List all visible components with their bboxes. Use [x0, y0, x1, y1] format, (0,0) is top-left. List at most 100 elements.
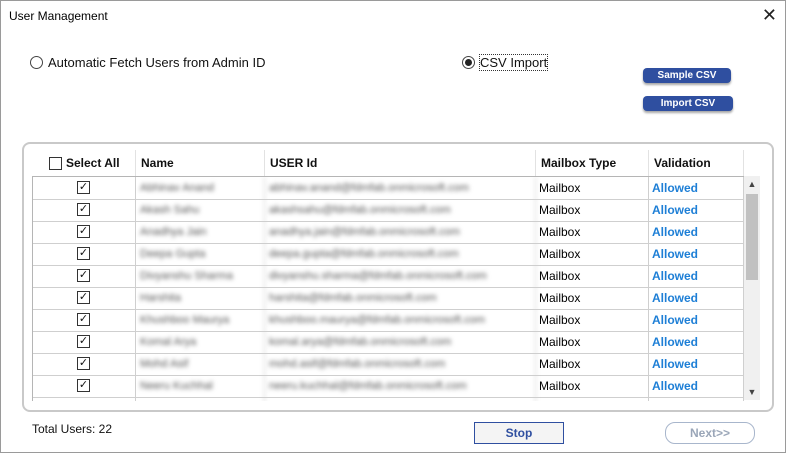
row-mailbox-type-cell: Mailbox: [536, 375, 649, 397]
row-select-cell: ✓: [33, 221, 136, 243]
row-user-id-cell: komal.arya@fdmfab.onmicrosoft.com: [265, 331, 536, 353]
table-row[interactable]: ✓ Neeru Kuchhal neeru.kuchhal@fdmfab.onmic…: [33, 375, 745, 398]
table-row[interactable]: [33, 397, 745, 401]
row-mailbox-type-cell: Mailbox: [536, 353, 649, 375]
row-checkbox[interactable]: ✓: [77, 247, 90, 260]
row-select-cell: [33, 397, 136, 401]
mailbox-type-column-header[interactable]: Mailbox Type: [536, 150, 649, 176]
scroll-thumb[interactable]: [746, 194, 758, 280]
row-name-cell: Akash Sahu: [136, 199, 265, 221]
row-mailbox-type-cell: Mailbox: [536, 331, 649, 353]
table-row[interactable]: ✓ Akash Sahu akashsahu@fdmfab.onmicrosoft.…: [33, 199, 745, 222]
csv-import-radio[interactable]: CSV Import: [462, 54, 549, 71]
scroll-up-icon[interactable]: ▲: [744, 176, 760, 192]
table-row[interactable]: ✓ Komal Arya komal.arya@fdmfab.onmicrosoft…: [33, 331, 745, 354]
sample-csv-button[interactable]: Sample CSV: [643, 68, 731, 83]
row-mailbox-type-cell: Mailbox: [536, 287, 649, 309]
row-user-id-cell: neeru.kuchhal@fdmfab.onmicrosoft.com: [265, 375, 536, 397]
row-name-cell: Neeru Kuchhal: [136, 375, 265, 397]
next-button[interactable]: Next>>: [665, 422, 755, 444]
row-name-cell: Mohd Asif: [136, 353, 265, 375]
row-select-cell: ✓: [33, 353, 136, 375]
table-row[interactable]: ✓ Harshita harshita@fdmfab.onmicrosoft.com…: [33, 287, 745, 310]
row-checkbox[interactable]: ✓: [77, 379, 90, 392]
row-select-cell: ✓: [33, 177, 136, 199]
import-csv-button[interactable]: Import CSV: [643, 96, 733, 111]
row-select-cell: ✓: [33, 199, 136, 221]
table-row[interactable]: ✓ Deepa Gupta deepa.gupta@fdmfab.onmicroso…: [33, 243, 745, 266]
row-user-id-cell: divyanshu.sharma@fdmfab.onmicrosoft.com: [265, 265, 536, 287]
row-name-cell: Anadhya Jain: [136, 221, 265, 243]
row-user-id-cell: khushboo.maurya@fdmfab.onmicrosoft.com: [265, 309, 536, 331]
row-user-id-cell: abhinav.anand@fdmfab.onmicrosoft.com: [265, 177, 536, 199]
row-name-cell: Abhinav Anand: [136, 177, 265, 199]
table-row[interactable]: ✓ Abhinav Anand abhinav.anand@fdmfab.onmic…: [33, 177, 745, 200]
row-name-cell: Komal Arya: [136, 331, 265, 353]
table-row[interactable]: ✓ Anadhya Jain anadhya.jain@fdmfab.onmicro…: [33, 221, 745, 244]
table-row[interactable]: ✓ Divyanshu Sharma divyanshu.sharma@fdmfab…: [33, 265, 745, 288]
row-validation-cell: Allowed: [649, 353, 744, 375]
row-validation-cell: Allowed: [649, 331, 744, 353]
row-validation-cell: Allowed: [649, 265, 744, 287]
users-grid-body: ✓ Abhinav Anand abhinav.anand@fdmfab.onmic…: [32, 176, 745, 401]
row-validation-cell: Allowed: [649, 199, 744, 221]
row-mailbox-type-cell: Mailbox: [536, 243, 649, 265]
row-user-id-cell: anadhya.jain@fdmfab.onmicrosoft.com: [265, 221, 536, 243]
row-name-cell: Khushboo Maurya: [136, 309, 265, 331]
row-select-cell: ✓: [33, 243, 136, 265]
radio-checked-icon: [462, 56, 475, 69]
auto-fetch-radio[interactable]: Automatic Fetch Users from Admin ID: [30, 55, 265, 70]
select-all-checkbox[interactable]: [49, 157, 62, 170]
total-users-label: Total Users: 22: [32, 422, 113, 436]
row-user-id-cell: harshita@fdmfab.onmicrosoft.com: [265, 287, 536, 309]
row-checkbox[interactable]: ✓: [77, 203, 90, 216]
close-icon[interactable]: ✕: [762, 5, 777, 25]
row-checkbox[interactable]: ✓: [77, 357, 90, 370]
grid-header: Select All Name USER Id Mailbox Type Val…: [32, 150, 744, 176]
select-all-header[interactable]: Select All: [32, 150, 136, 176]
row-name-cell: Harshita: [136, 287, 265, 309]
row-validation-cell: [649, 397, 744, 401]
row-mailbox-type-cell: Mailbox: [536, 199, 649, 221]
row-select-cell: ✓: [33, 265, 136, 287]
row-name-cell: Deepa Gupta: [136, 243, 265, 265]
row-checkbox[interactable]: ✓: [77, 181, 90, 194]
row-checkbox[interactable]: ✓: [77, 269, 90, 282]
scroll-down-icon[interactable]: ▼: [744, 384, 760, 400]
grid-scrollbar[interactable]: ▲ ▼: [744, 176, 760, 400]
select-all-label: Select All: [66, 156, 120, 170]
row-name-cell: [136, 397, 265, 401]
row-validation-cell: Allowed: [649, 287, 744, 309]
validation-column-header[interactable]: Validation: [649, 150, 744, 176]
row-select-cell: ✓: [33, 287, 136, 309]
user-id-column-header[interactable]: USER Id: [265, 150, 536, 176]
row-mailbox-type-cell: Mailbox: [536, 265, 649, 287]
row-validation-cell: Allowed: [649, 243, 744, 265]
table-row[interactable]: ✓ Khushboo Maurya khushboo.maurya@fdmfab.o…: [33, 309, 745, 332]
row-checkbox[interactable]: ✓: [77, 225, 90, 238]
row-name-cell: Divyanshu Sharma: [136, 265, 265, 287]
row-validation-cell: Allowed: [649, 309, 744, 331]
name-column-header[interactable]: Name: [136, 150, 265, 176]
row-checkbox[interactable]: ✓: [77, 291, 90, 304]
radio-unchecked-icon: [30, 56, 43, 69]
row-mailbox-type-cell: Mailbox: [536, 221, 649, 243]
row-mailbox-type-cell: Mailbox: [536, 177, 649, 199]
auto-fetch-label: Automatic Fetch Users from Admin ID: [48, 55, 266, 70]
row-validation-cell: Allowed: [649, 375, 744, 397]
row-select-cell: ✓: [33, 375, 136, 397]
row-mailbox-type-cell: [536, 397, 649, 401]
row-select-cell: ✓: [33, 309, 136, 331]
row-mailbox-type-cell: Mailbox: [536, 309, 649, 331]
dialog-title: User Management: [9, 9, 108, 23]
row-checkbox[interactable]: ✓: [77, 335, 90, 348]
row-user-id-cell: akashsahu@fdmfab.onmicrosoft.com: [265, 199, 536, 221]
row-select-cell: ✓: [33, 331, 136, 353]
stop-button[interactable]: Stop: [474, 422, 564, 444]
row-user-id-cell: deepa.gupta@fdmfab.onmicrosoft.com: [265, 243, 536, 265]
row-user-id-cell: mohd.asif@fdmfab.onmicrosoft.com: [265, 353, 536, 375]
row-checkbox[interactable]: ✓: [77, 313, 90, 326]
row-validation-cell: Allowed: [649, 221, 744, 243]
table-row[interactable]: ✓ Mohd Asif mohd.asif@fdmfab.onmicrosoft.c…: [33, 353, 745, 376]
row-validation-cell: Allowed: [649, 177, 744, 199]
